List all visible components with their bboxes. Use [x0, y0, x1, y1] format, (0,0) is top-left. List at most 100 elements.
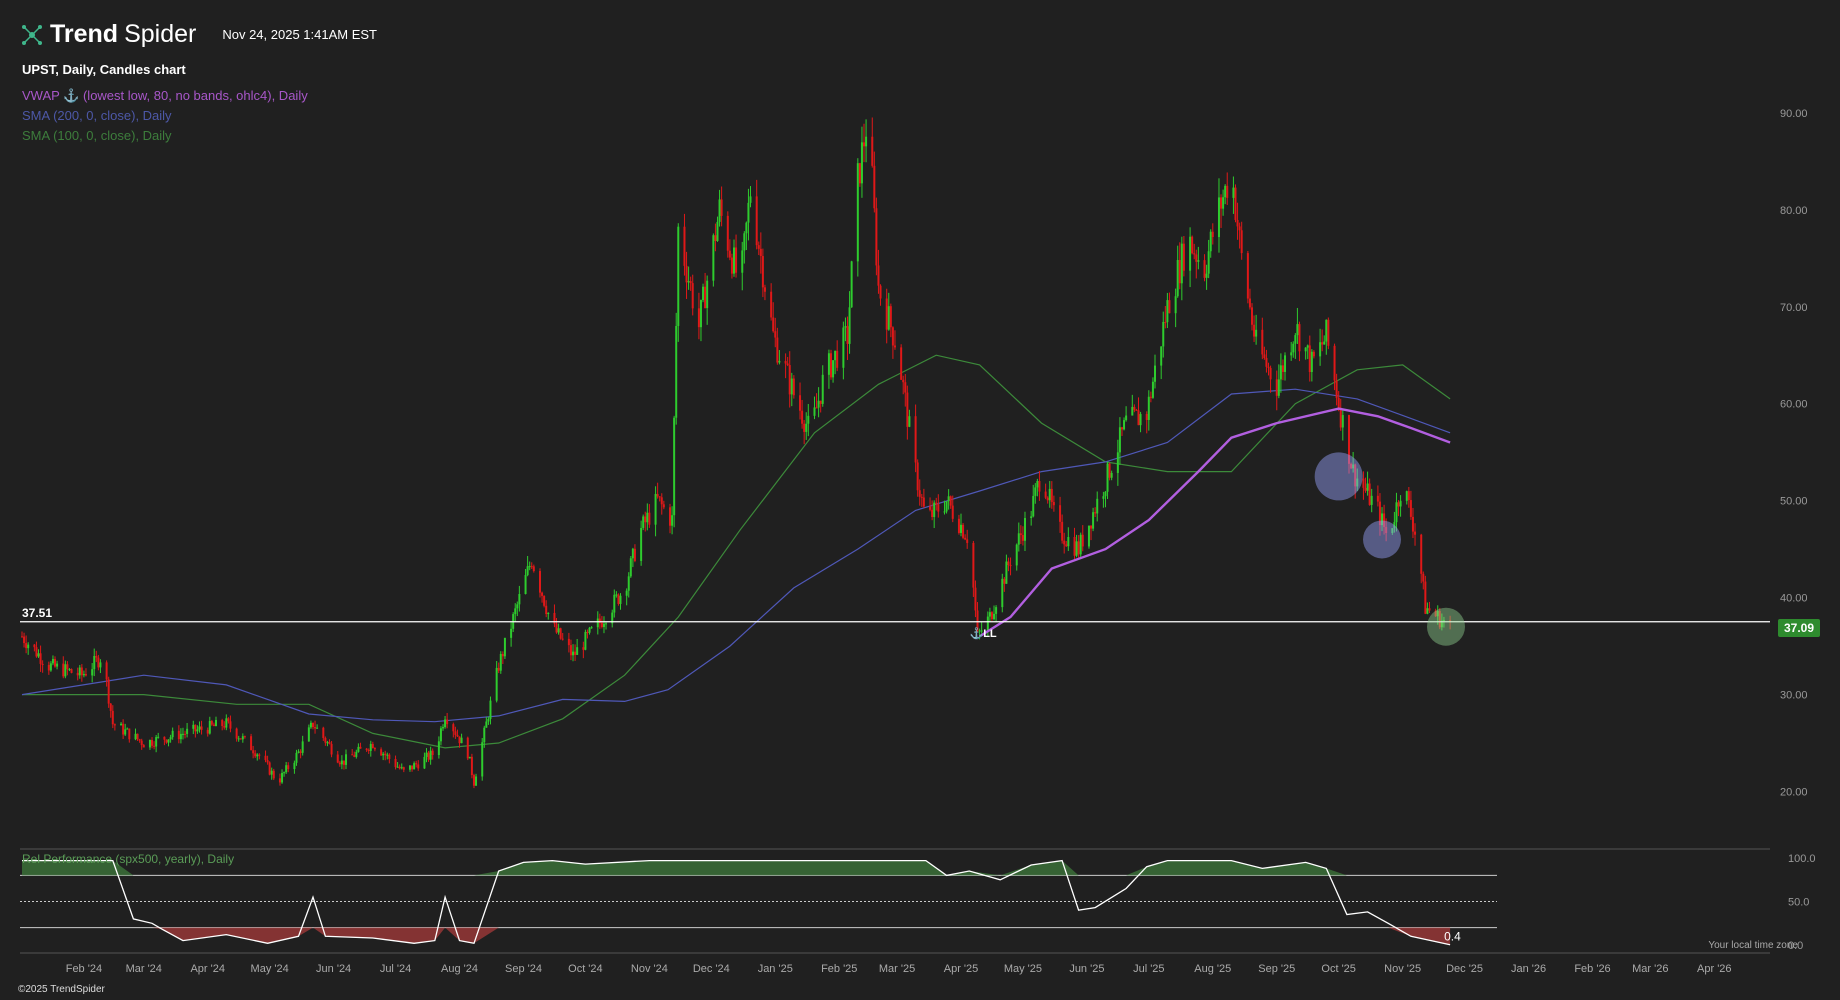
candle-body [1333, 345, 1336, 381]
legend-sma100[interactable]: SMA (100, 0, close), Daily [22, 126, 308, 146]
candle-body [151, 740, 154, 746]
candle-body [1238, 226, 1241, 231]
candle-body [908, 416, 911, 427]
candle-body [526, 566, 529, 576]
candle-body [957, 518, 960, 533]
candle-body [1087, 525, 1090, 547]
candle-body [489, 700, 492, 719]
candle-body [1420, 534, 1423, 574]
candle-body [309, 722, 312, 728]
candle-body [964, 537, 967, 540]
candle-body [1164, 321, 1167, 323]
last-price-tag: 37.09 [1778, 619, 1821, 637]
candle-body [330, 743, 333, 755]
candle-body [64, 664, 67, 677]
candle-body [805, 423, 808, 432]
candle-body [1106, 463, 1109, 492]
candle-body [914, 416, 917, 463]
candle-body [619, 595, 622, 604]
candle-body [66, 664, 69, 670]
candle-body [1203, 260, 1206, 278]
candle-body [208, 721, 211, 734]
candle-body [357, 746, 360, 752]
legend-vwap[interactable]: VWAP ⚓ (lowest low, 80, no bands, ohlc4)… [22, 86, 308, 106]
candle-body [1166, 300, 1169, 323]
candle-body [514, 608, 517, 615]
candle-body [774, 331, 777, 338]
candle-body [1279, 365, 1282, 380]
candle-body [683, 226, 686, 266]
candle-body [297, 751, 300, 753]
candle-body [423, 756, 426, 769]
x-tick-label: Apr '25 [944, 963, 979, 975]
candle-body [1160, 346, 1163, 366]
candle-body [1120, 427, 1123, 430]
candle-body [97, 657, 100, 668]
candle-body [821, 374, 824, 404]
candle-body [541, 592, 544, 596]
candle-body [1327, 319, 1330, 346]
candle-body [1325, 319, 1328, 342]
candle-body [107, 679, 110, 704]
candle-body [633, 548, 636, 561]
candle-body [629, 558, 632, 577]
candle-body [1090, 525, 1093, 529]
candle-body [223, 726, 226, 728]
candle-body [382, 753, 385, 756]
candle-body [470, 756, 473, 776]
candle-body [458, 736, 461, 744]
candle-body [272, 770, 275, 779]
candle-body [691, 283, 694, 309]
candle-body [772, 317, 775, 332]
candle-body [685, 265, 688, 283]
candle-body [1061, 521, 1064, 541]
x-tick-label: Feb '25 [821, 963, 857, 975]
candle-body [871, 136, 874, 166]
candle-body [1017, 533, 1020, 545]
candle-body [388, 754, 391, 759]
candle-body [865, 136, 868, 147]
candle-body [221, 720, 224, 727]
candle-body [1323, 341, 1326, 345]
candle-body [229, 721, 232, 729]
candle-body [70, 669, 73, 673]
candle-body [858, 163, 861, 184]
candle-body [1255, 329, 1258, 337]
highlight-circle [1426, 607, 1465, 646]
rel-performance-label[interactable]: Rel Performance (spx500, yearly), Daily [22, 852, 234, 866]
candle-body [832, 360, 835, 378]
candle-body [904, 382, 907, 393]
candle-body [813, 407, 816, 416]
candle-body [355, 751, 358, 757]
candle-body [1102, 496, 1105, 499]
candle-body [543, 595, 546, 606]
candle-body [186, 728, 189, 734]
candle-body [373, 748, 376, 750]
candle-body [720, 199, 723, 216]
candle-body [413, 763, 416, 770]
x-tick-label: Aug '24 [441, 963, 478, 975]
candle-body [444, 719, 447, 728]
candle-body [863, 142, 866, 147]
candle-body [287, 765, 290, 770]
candle-body [99, 662, 102, 668]
legend-sma200[interactable]: SMA (200, 0, close), Daily [22, 106, 308, 126]
candle-body [1428, 608, 1431, 611]
candle-body [974, 587, 977, 611]
candle-body [338, 762, 341, 765]
candle-body [411, 765, 414, 770]
trendspider-logo: Trend Spider [20, 20, 196, 49]
candle-body [817, 400, 820, 408]
candle-body [1145, 414, 1148, 421]
candle-body [200, 726, 203, 730]
candle-body [617, 594, 620, 604]
candle-body [258, 754, 261, 756]
candle-body [91, 669, 94, 676]
candle-body [351, 754, 354, 756]
candle-body [1277, 379, 1280, 396]
candle-body [658, 496, 661, 498]
candle-body [76, 672, 79, 676]
candle-body [559, 628, 562, 639]
candle-body [1019, 533, 1022, 536]
chart-svg[interactable]: 20.00 30.00 40.00 50.00 60.00 70.00 80.00 90.00… [0, 0, 1840, 1000]
